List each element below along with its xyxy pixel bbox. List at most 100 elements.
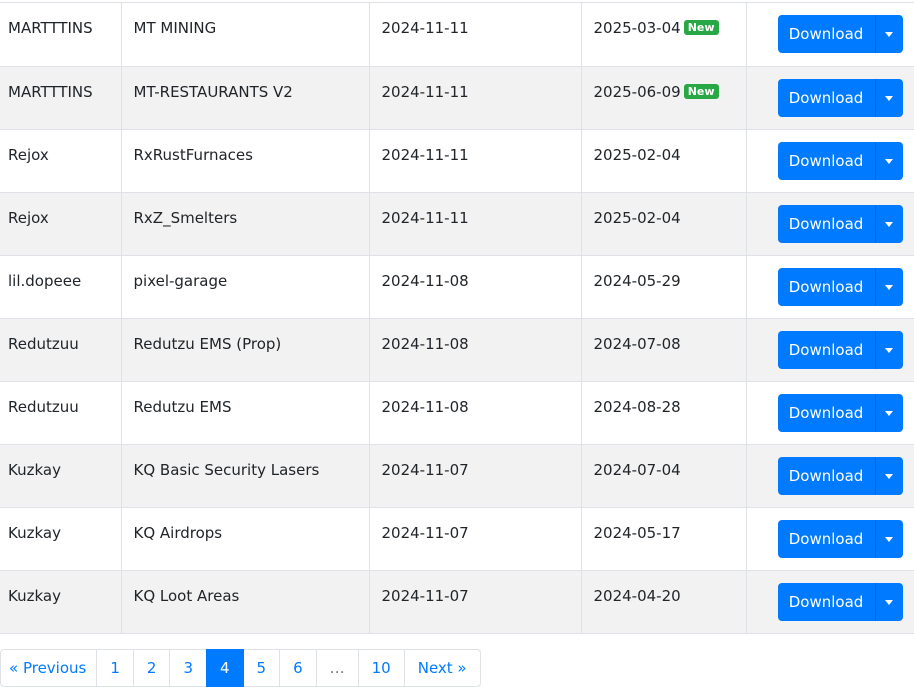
actions-cell: Download	[746, 129, 914, 193]
plugin-name-cell: KQ Airdrops	[121, 507, 370, 571]
updated-date: 2024-08-28	[593, 397, 681, 416]
next-page-link[interactable]: Next »	[403, 649, 481, 687]
added-date-cell: 2024-11-11	[369, 129, 582, 193]
download-button-group: Download	[777, 330, 903, 369]
download-button-group: Download	[777, 267, 903, 306]
updated-date: 2025-02-04	[593, 208, 681, 227]
table-row: Redutzuu Redutzu EMS (Prop) 2024-11-08 2024…	[0, 318, 914, 382]
table-row: MARTTTINS MT-RESTAURANTS V2 2024-11-11 2025…	[0, 66, 914, 130]
actions-cell: Download	[746, 3, 914, 67]
actions-cell: Download	[746, 507, 914, 571]
table-row: Kuzkay KQ Loot Areas 2024-11-07 2024-04-20 D…	[0, 570, 914, 634]
download-button-group: Download	[777, 141, 903, 180]
actions-cell: Download	[746, 255, 914, 319]
plugin-name-cell: RxRustFurnaces	[121, 129, 370, 193]
previous-page-link[interactable]: « Previous	[0, 649, 98, 687]
plugin-name-cell: KQ Loot Areas	[121, 570, 370, 634]
download-button[interactable]: Download	[777, 582, 875, 621]
author-cell: Kuzkay	[0, 444, 122, 508]
updated-date-cell: 2024-07-04	[581, 444, 747, 508]
download-button[interactable]: Download	[777, 204, 875, 243]
updated-date: 2025-03-04	[593, 19, 681, 37]
download-dropdown-toggle[interactable]	[874, 582, 903, 621]
download-button[interactable]: Download	[777, 141, 875, 180]
plugin-name-cell: MT-RESTAURANTS V2	[121, 66, 370, 130]
plugins-table: MARTTTINS MT MINING 2024-11-11 2025-03-04 Ne…	[0, 3, 914, 634]
updated-date: 2024-04-20	[593, 586, 681, 605]
page-link-2[interactable]: 2	[132, 649, 171, 687]
download-button-group: Download	[777, 204, 903, 243]
updated-date-cell: 2025-02-04	[581, 129, 747, 193]
actions-cell: Download	[746, 66, 914, 130]
updated-date-cell: 2024-04-20	[581, 570, 747, 634]
download-button[interactable]: Download	[777, 519, 875, 558]
caret-down-icon	[885, 158, 893, 164]
download-button-group: Download	[777, 582, 903, 621]
page-link-5[interactable]: 5	[242, 649, 281, 687]
download-dropdown-toggle[interactable]	[874, 78, 903, 117]
author-cell: Kuzkay	[0, 570, 122, 634]
table-row: Rejox RxZ_Smelters 2024-11-11 2025-02-04 Dow…	[0, 192, 914, 256]
author-cell: Redutzuu	[0, 381, 122, 445]
plugin-name-cell: MT MINING	[121, 3, 370, 67]
download-dropdown-toggle[interactable]	[874, 204, 903, 243]
added-date-cell: 2024-11-11	[369, 66, 582, 130]
updated-date: 2024-07-08	[593, 334, 681, 353]
caret-down-icon	[885, 347, 893, 353]
author-cell: Rejox	[0, 192, 122, 256]
download-button[interactable]: Download	[777, 267, 875, 306]
added-date-cell: 2024-11-07	[369, 507, 582, 571]
page-link-3[interactable]: 3	[169, 649, 207, 687]
download-button[interactable]: Download	[777, 15, 875, 53]
table-row: Kuzkay KQ Airdrops 2024-11-07 2024-05-17 Dow…	[0, 507, 914, 571]
download-button[interactable]: Download	[777, 456, 875, 495]
download-dropdown-toggle[interactable]	[874, 141, 903, 180]
author-cell: MARTTTINS	[0, 66, 122, 130]
download-button-group: Download	[777, 393, 903, 432]
actions-cell: Download	[746, 570, 914, 634]
download-dropdown-toggle[interactable]	[874, 267, 903, 306]
added-date-cell: 2024-11-08	[369, 381, 582, 445]
table-row: Redutzuu Redutzu EMS 2024-11-08 2024-08-28 D…	[0, 381, 914, 445]
updated-date-cell: 2024-08-28	[581, 381, 747, 445]
author-cell: Redutzuu	[0, 318, 122, 382]
actions-cell: Download	[746, 381, 914, 445]
table-row: Rejox RxRustFurnaces 2024-11-11 2025-02-04 D…	[0, 129, 914, 193]
plugin-name-cell: RxZ_Smelters	[121, 192, 370, 256]
page-link-4[interactable]: 4	[205, 649, 244, 687]
updated-date-cell: 2024-07-08	[581, 318, 747, 382]
caret-down-icon	[885, 473, 893, 479]
download-dropdown-toggle[interactable]	[874, 393, 903, 432]
page-link-10[interactable]: 10	[357, 649, 405, 687]
added-date-cell: 2024-11-11	[369, 3, 582, 67]
updated-date: 2024-05-29	[593, 271, 681, 290]
page-link-1[interactable]: 1	[96, 649, 134, 687]
updated-date: 2024-07-04	[593, 460, 681, 479]
updated-date-cell: 2024-05-17	[581, 507, 747, 571]
caret-down-icon	[885, 536, 893, 542]
download-dropdown-toggle[interactable]	[874, 519, 903, 558]
download-dropdown-toggle[interactable]	[874, 15, 903, 53]
caret-down-icon	[885, 410, 893, 416]
author-cell: MARTTTINS	[0, 3, 122, 67]
actions-cell: Download	[746, 444, 914, 508]
updated-date: 2025-02-04	[593, 145, 681, 164]
caret-down-icon	[885, 32, 893, 37]
download-button[interactable]: Download	[777, 393, 875, 432]
download-dropdown-toggle[interactable]	[874, 330, 903, 369]
added-date-cell: 2024-11-07	[369, 444, 582, 508]
download-button-group: Download	[777, 519, 903, 558]
updated-date-cell: 2024-05-29	[581, 255, 747, 319]
plugin-name-cell: Redutzu EMS	[121, 381, 370, 445]
download-button-group: Download	[777, 78, 903, 117]
page-link-6[interactable]: 6	[279, 649, 317, 687]
pagination: « Previous 1 2 3 4 5 6… 10 Next »	[0, 649, 481, 687]
download-button-group: Download	[777, 456, 903, 495]
download-dropdown-toggle[interactable]	[874, 456, 903, 495]
table-body: MARTTTINS MT MINING 2024-11-11 2025-03-04 Ne…	[0, 3, 914, 634]
actions-cell: Download	[746, 318, 914, 382]
download-button[interactable]: Download	[777, 78, 875, 117]
download-button[interactable]: Download	[777, 330, 875, 369]
table-row: MARTTTINS MT MINING 2024-11-11 2025-03-04 Ne…	[0, 3, 914, 67]
author-cell: lil.dopeee	[0, 255, 122, 319]
